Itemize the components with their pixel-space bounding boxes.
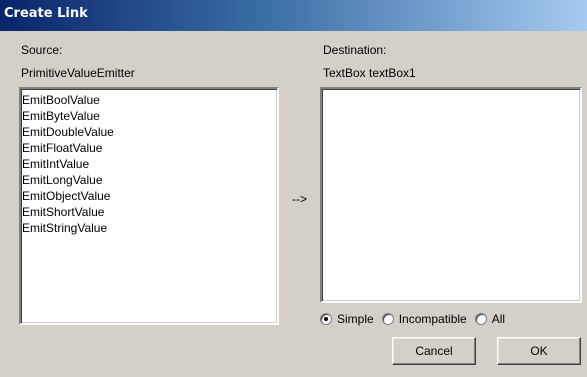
source-name: PrimitiveValueEmitter <box>21 66 135 80</box>
filter-option-simple[interactable]: Simple <box>320 312 374 326</box>
window-title: Create Link <box>4 6 88 21</box>
filter-option-label: Simple <box>337 312 374 326</box>
source-list-item[interactable]: EmitIntValue <box>21 156 277 172</box>
source-list-item[interactable]: EmitShortValue <box>21 204 277 220</box>
source-list-item[interactable]: EmitObjectValue <box>21 188 277 204</box>
source-list-item[interactable]: EmitStringValue <box>21 220 277 236</box>
ok-button[interactable]: OK <box>497 337 581 365</box>
cancel-button[interactable]: Cancel <box>392 337 476 365</box>
source-list-item[interactable]: EmitByteValue <box>21 108 277 124</box>
filter-radio-group: Simple Incompatible All <box>320 311 513 327</box>
link-arrow: --> <box>292 192 307 206</box>
filter-option-label: Incompatible <box>398 312 467 326</box>
filter-option-label: All <box>491 312 506 326</box>
source-list-item[interactable]: EmitLongValue <box>21 172 277 188</box>
destination-name: TextBox textBox1 <box>323 66 416 80</box>
source-label: Source: <box>21 43 63 57</box>
title-bar[interactable]: Create Link <box>0 0 587 31</box>
create-link-dialog: Create Link Source: PrimitiveValueEmitte… <box>0 0 587 377</box>
filter-option-all[interactable]: All <box>474 312 506 326</box>
source-method-list[interactable]: EmitBoolValue EmitByteValue EmitDoubleValu… <box>19 87 279 325</box>
radio-button-icon[interactable] <box>320 313 332 325</box>
radio-button-icon[interactable] <box>474 313 487 325</box>
destination-member-list[interactable] <box>320 87 582 303</box>
radio-button-icon[interactable] <box>381 313 394 325</box>
filter-option-incompatible[interactable]: Incompatible <box>381 312 467 326</box>
source-list-item[interactable]: EmitFloatValue <box>21 140 277 156</box>
source-list-item[interactable]: EmitBoolValue <box>21 92 277 108</box>
destination-label: Destination: <box>323 43 387 57</box>
radio-selected-dot-icon <box>324 317 328 321</box>
source-list-item[interactable]: EmitDoubleValue <box>21 124 277 140</box>
